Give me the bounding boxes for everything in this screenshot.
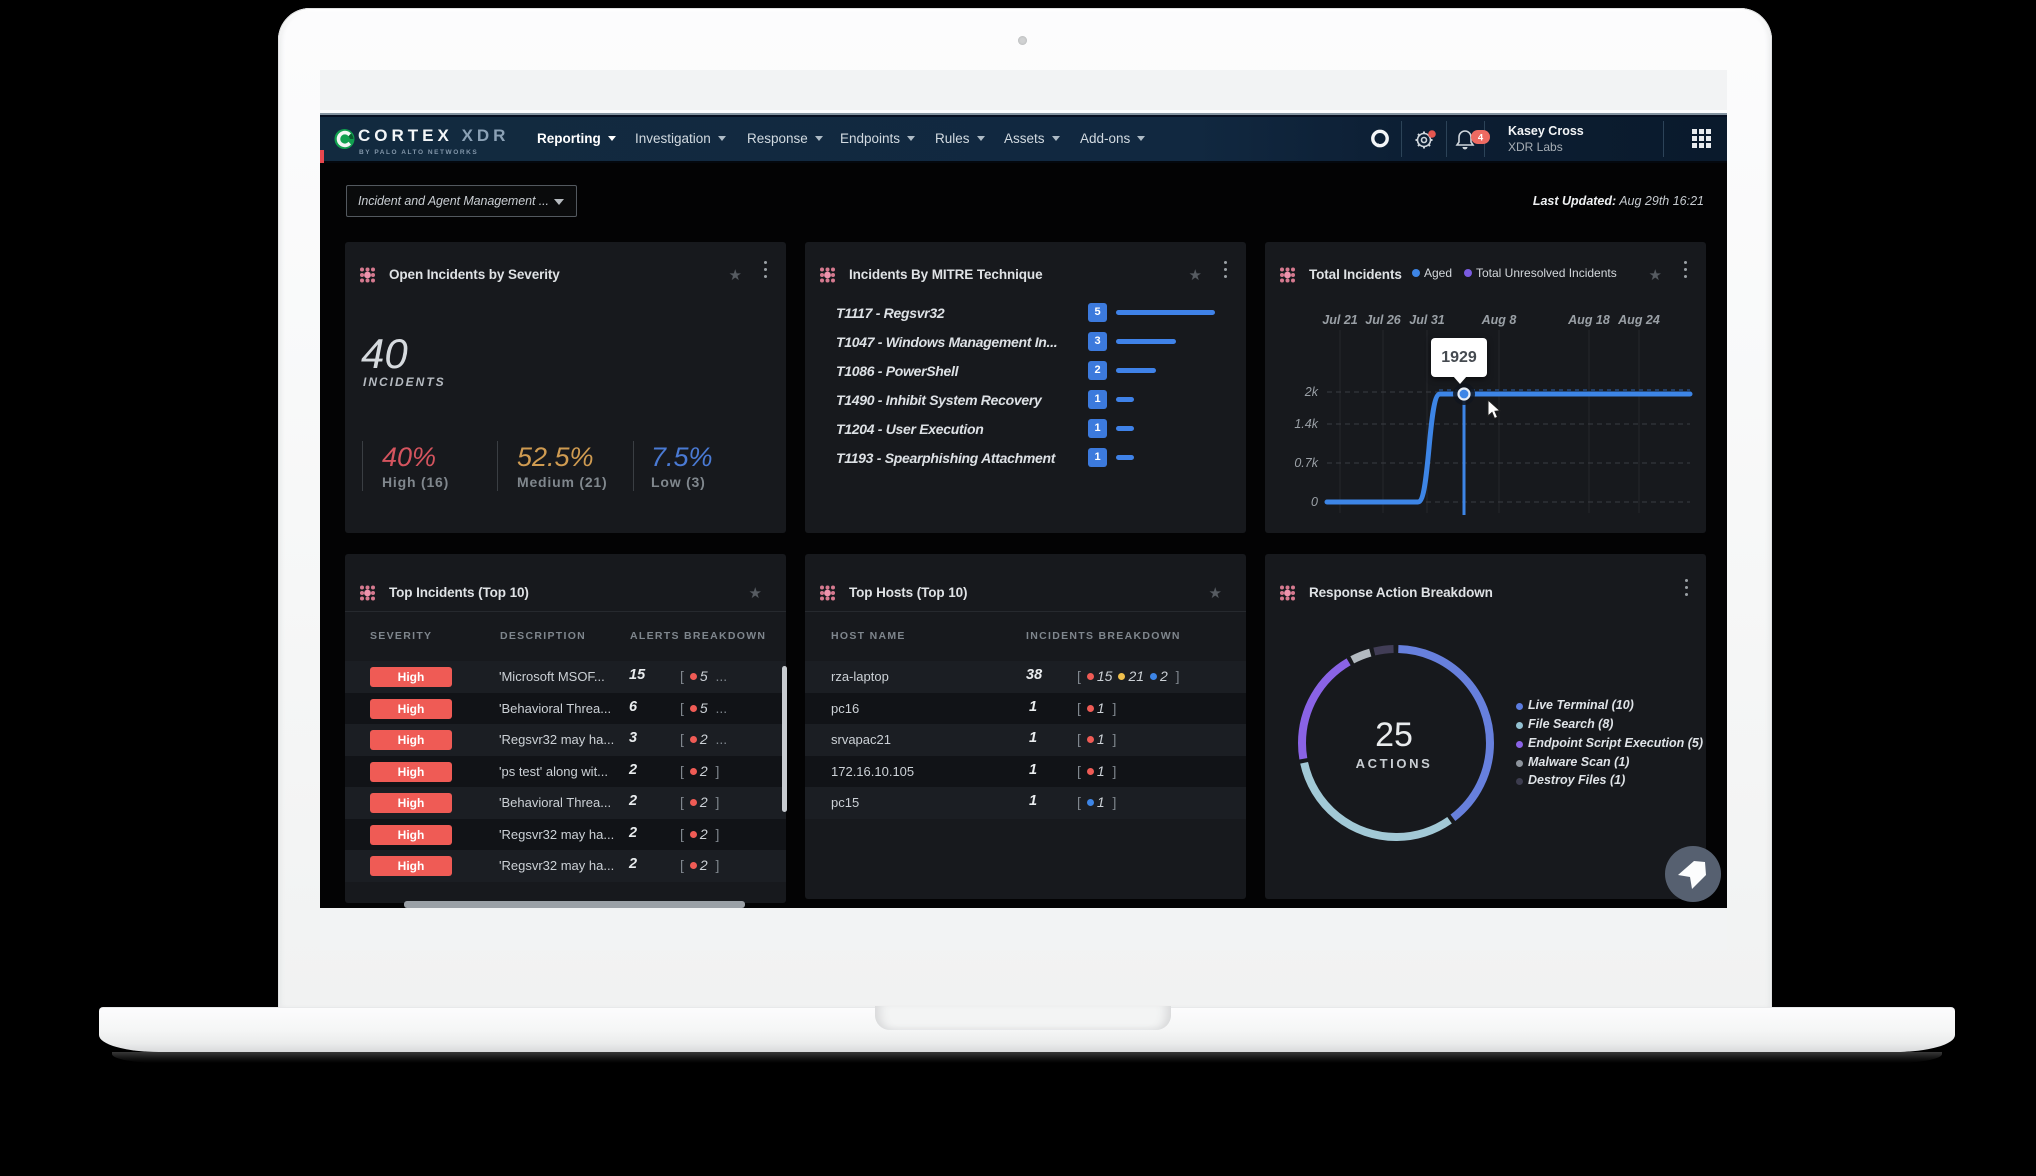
svg-text:4: 4 bbox=[1478, 133, 1484, 144]
